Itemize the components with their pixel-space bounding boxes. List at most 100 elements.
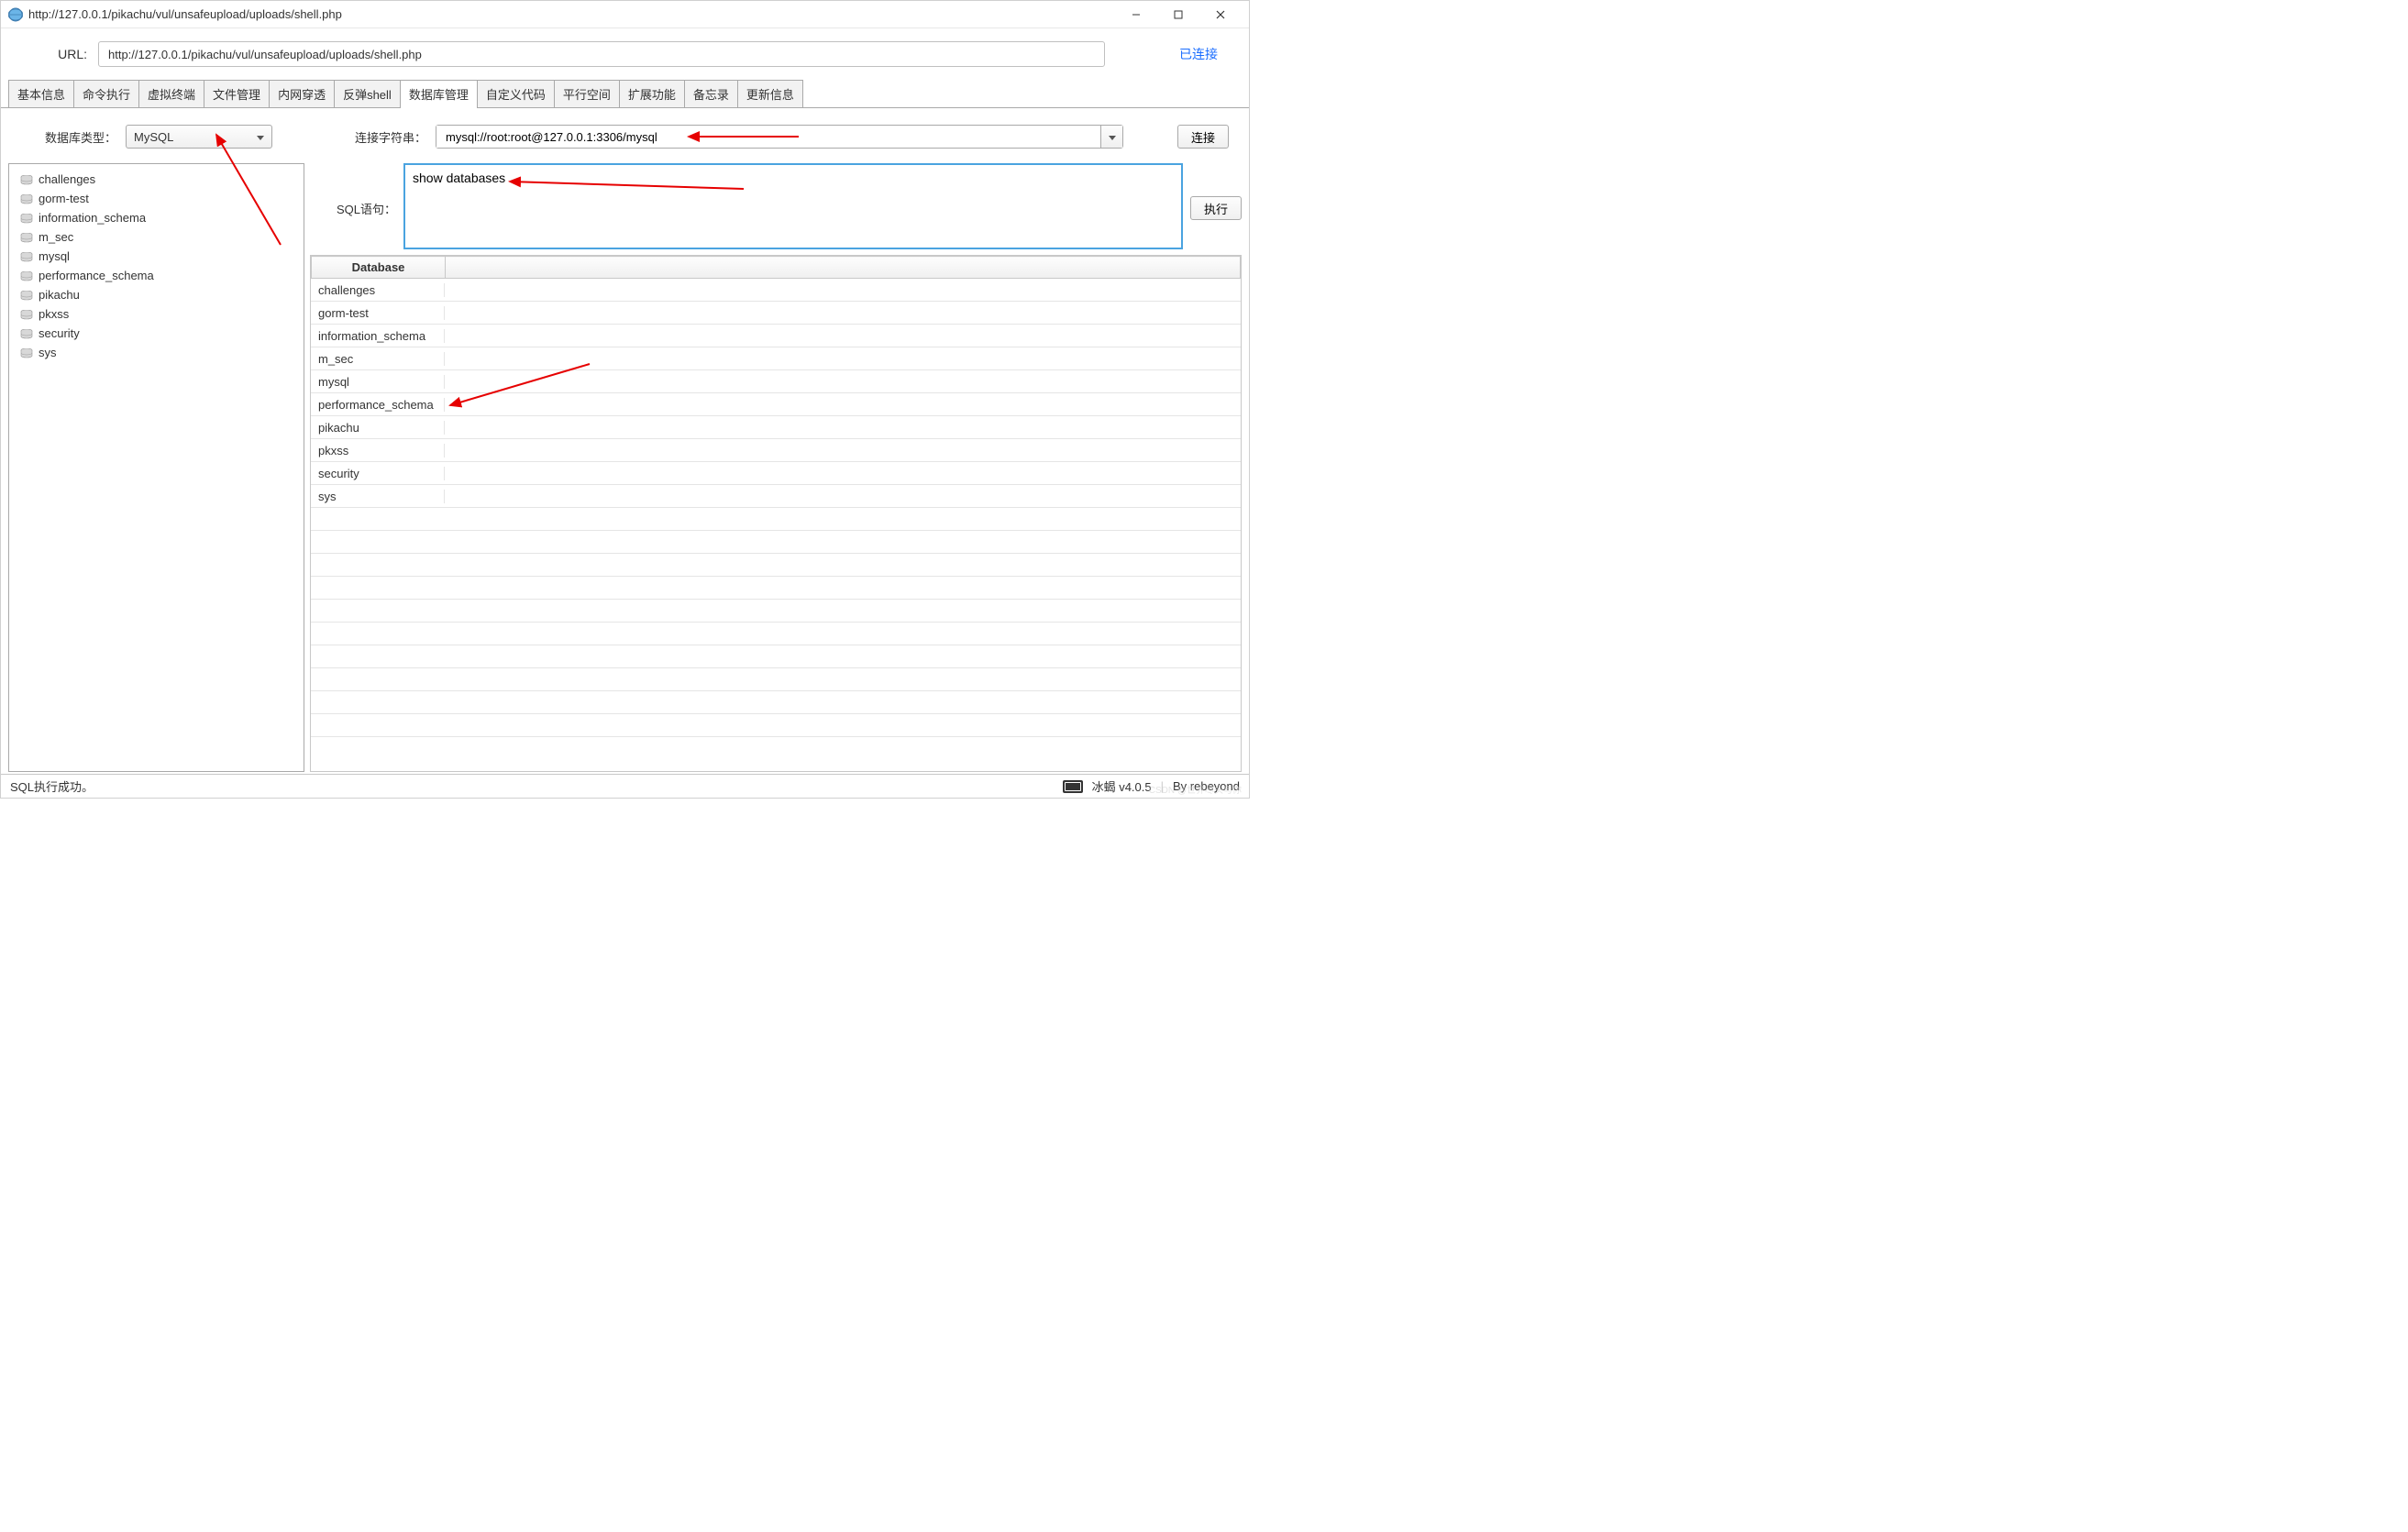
table-row[interactable] xyxy=(311,623,1241,645)
database-icon xyxy=(20,232,33,242)
conn-string-input[interactable] xyxy=(436,126,1100,148)
tree-item-label: sys xyxy=(39,346,57,359)
result-table: Database challenges gorm-test information_… xyxy=(310,255,1242,772)
table-row[interactable]: information_schema xyxy=(311,325,1241,347)
tree-item-label: challenges xyxy=(39,172,95,186)
cell-database: mysql xyxy=(311,375,445,389)
database-tree[interactable]: challenges gorm-test information_schema m_s… xyxy=(8,163,304,772)
database-icon xyxy=(20,290,33,300)
db-config-row: 数据库类型： MySQL 连接字符串： 连接 xyxy=(1,108,1249,158)
table-row[interactable]: sys xyxy=(311,485,1241,508)
table-row[interactable] xyxy=(311,668,1241,691)
tree-item[interactable]: m_sec xyxy=(11,227,302,247)
tree-item-label: gorm-test xyxy=(39,192,89,205)
database-icon xyxy=(20,309,33,319)
db-type-value: MySQL xyxy=(134,130,173,144)
column-header-database[interactable]: Database xyxy=(312,257,446,279)
tree-item[interactable]: gorm-test xyxy=(11,189,302,208)
tab-3[interactable]: 文件管理 xyxy=(204,80,270,107)
main-area: challenges gorm-test information_schema m_s… xyxy=(1,158,1249,774)
sql-input[interactable] xyxy=(403,163,1183,249)
url-row: URL: 已连接 xyxy=(1,28,1249,80)
cell-database: sys xyxy=(311,490,445,503)
column-header-empty xyxy=(446,257,1241,279)
table-row[interactable]: gorm-test xyxy=(311,302,1241,325)
chevron-down-icon xyxy=(1109,130,1116,144)
tab-1[interactable]: 命令执行 xyxy=(73,80,139,107)
tab-0[interactable]: 基本信息 xyxy=(8,80,74,107)
status-message: SQL执行成功。 xyxy=(10,777,1063,795)
conn-string-label: 连接字符串： xyxy=(355,128,426,146)
tree-item[interactable]: mysql xyxy=(11,247,302,266)
table-row[interactable]: mysql xyxy=(311,370,1241,393)
table-row[interactable] xyxy=(311,714,1241,737)
connect-button[interactable]: 连接 xyxy=(1177,125,1229,149)
table-row[interactable] xyxy=(311,645,1241,668)
database-icon xyxy=(20,251,33,261)
conn-string-field xyxy=(436,125,1123,149)
statusbar: SQL执行成功。 冰蝎 v4.0.5 | By rebeyond xyxy=(1,774,1249,798)
table-row[interactable]: challenges xyxy=(311,279,1241,302)
close-button[interactable] xyxy=(1199,2,1242,28)
tree-item-label: m_sec xyxy=(39,230,73,244)
cell-database: challenges xyxy=(311,283,445,297)
tree-item[interactable]: pkxss xyxy=(11,304,302,324)
minimize-button[interactable] xyxy=(1115,2,1157,28)
app-icon xyxy=(8,7,23,22)
connection-status: 已连接 xyxy=(1179,45,1218,63)
table-row[interactable] xyxy=(311,577,1241,600)
cell-database: security xyxy=(311,467,445,480)
tab-8[interactable]: 平行空间 xyxy=(554,80,620,107)
table-row[interactable]: performance_schema xyxy=(311,393,1241,416)
tab-5[interactable]: 反弹shell xyxy=(334,80,401,107)
window-title: http://127.0.0.1/pikachu/vul/unsafeuploa… xyxy=(28,7,1115,21)
cell-database: pkxss xyxy=(311,444,445,457)
table-row[interactable]: security xyxy=(311,462,1241,485)
tab-11[interactable]: 更新信息 xyxy=(737,80,803,107)
right-panel: SQL语句： 执行 Database challengesgorm-testin… xyxy=(310,163,1242,772)
database-icon xyxy=(20,213,33,223)
cell-database: information_schema xyxy=(311,329,445,343)
tabs: 基本信息命令执行虚拟终端文件管理内网穿透反弹shell数据库管理自定义代码平行空… xyxy=(1,80,1249,108)
db-type-dropdown[interactable]: MySQL xyxy=(126,125,272,149)
keyboard-icon xyxy=(1063,780,1083,793)
tree-item-label: mysql xyxy=(39,249,70,263)
titlebar: http://127.0.0.1/pikachu/vul/unsafeuploa… xyxy=(1,1,1249,28)
execute-button[interactable]: 执行 xyxy=(1190,196,1242,220)
tree-item[interactable]: pikachu xyxy=(11,285,302,304)
tab-9[interactable]: 扩展功能 xyxy=(619,80,685,107)
chevron-down-icon xyxy=(257,130,264,144)
maximize-button[interactable] xyxy=(1157,2,1199,28)
tree-item[interactable]: challenges xyxy=(11,170,302,189)
table-row[interactable]: m_sec xyxy=(311,347,1241,370)
tree-item-label: information_schema xyxy=(39,211,146,225)
result-rows[interactable]: challenges gorm-test information_schema m_s… xyxy=(311,279,1241,771)
tab-6[interactable]: 数据库管理 xyxy=(400,80,478,107)
window-controls xyxy=(1115,2,1242,28)
table-row[interactable] xyxy=(311,554,1241,577)
tree-item[interactable]: sys xyxy=(11,343,302,362)
database-icon xyxy=(20,193,33,204)
tree-item[interactable]: performance_schema xyxy=(11,266,302,285)
tab-4[interactable]: 内网穿透 xyxy=(269,80,335,107)
table-row[interactable] xyxy=(311,600,1241,623)
table-row[interactable] xyxy=(311,531,1241,554)
table-row[interactable] xyxy=(311,508,1241,531)
conn-string-dropdown-button[interactable] xyxy=(1100,126,1122,148)
table-row[interactable] xyxy=(311,691,1241,714)
cell-database: gorm-test xyxy=(311,306,445,320)
version-label: 冰蝎 v4.0.5 xyxy=(1092,777,1152,795)
table-row[interactable]: pikachu xyxy=(311,416,1241,439)
tree-item[interactable]: information_schema xyxy=(11,208,302,227)
tab-10[interactable]: 备忘录 xyxy=(684,80,738,107)
table-row[interactable]: pkxss xyxy=(311,439,1241,462)
url-input[interactable] xyxy=(98,41,1105,67)
tree-item[interactable]: security xyxy=(11,324,302,343)
database-icon xyxy=(20,174,33,184)
tree-item-label: security xyxy=(39,326,80,340)
result-table-header: Database xyxy=(311,256,1241,279)
watermark: CSDN @世界尽头与你 xyxy=(1149,782,1242,796)
tab-2[interactable]: 虚拟终端 xyxy=(138,80,204,107)
tab-7[interactable]: 自定义代码 xyxy=(477,80,555,107)
app-window: http://127.0.0.1/pikachu/vul/unsafeuploa… xyxy=(0,0,1250,799)
